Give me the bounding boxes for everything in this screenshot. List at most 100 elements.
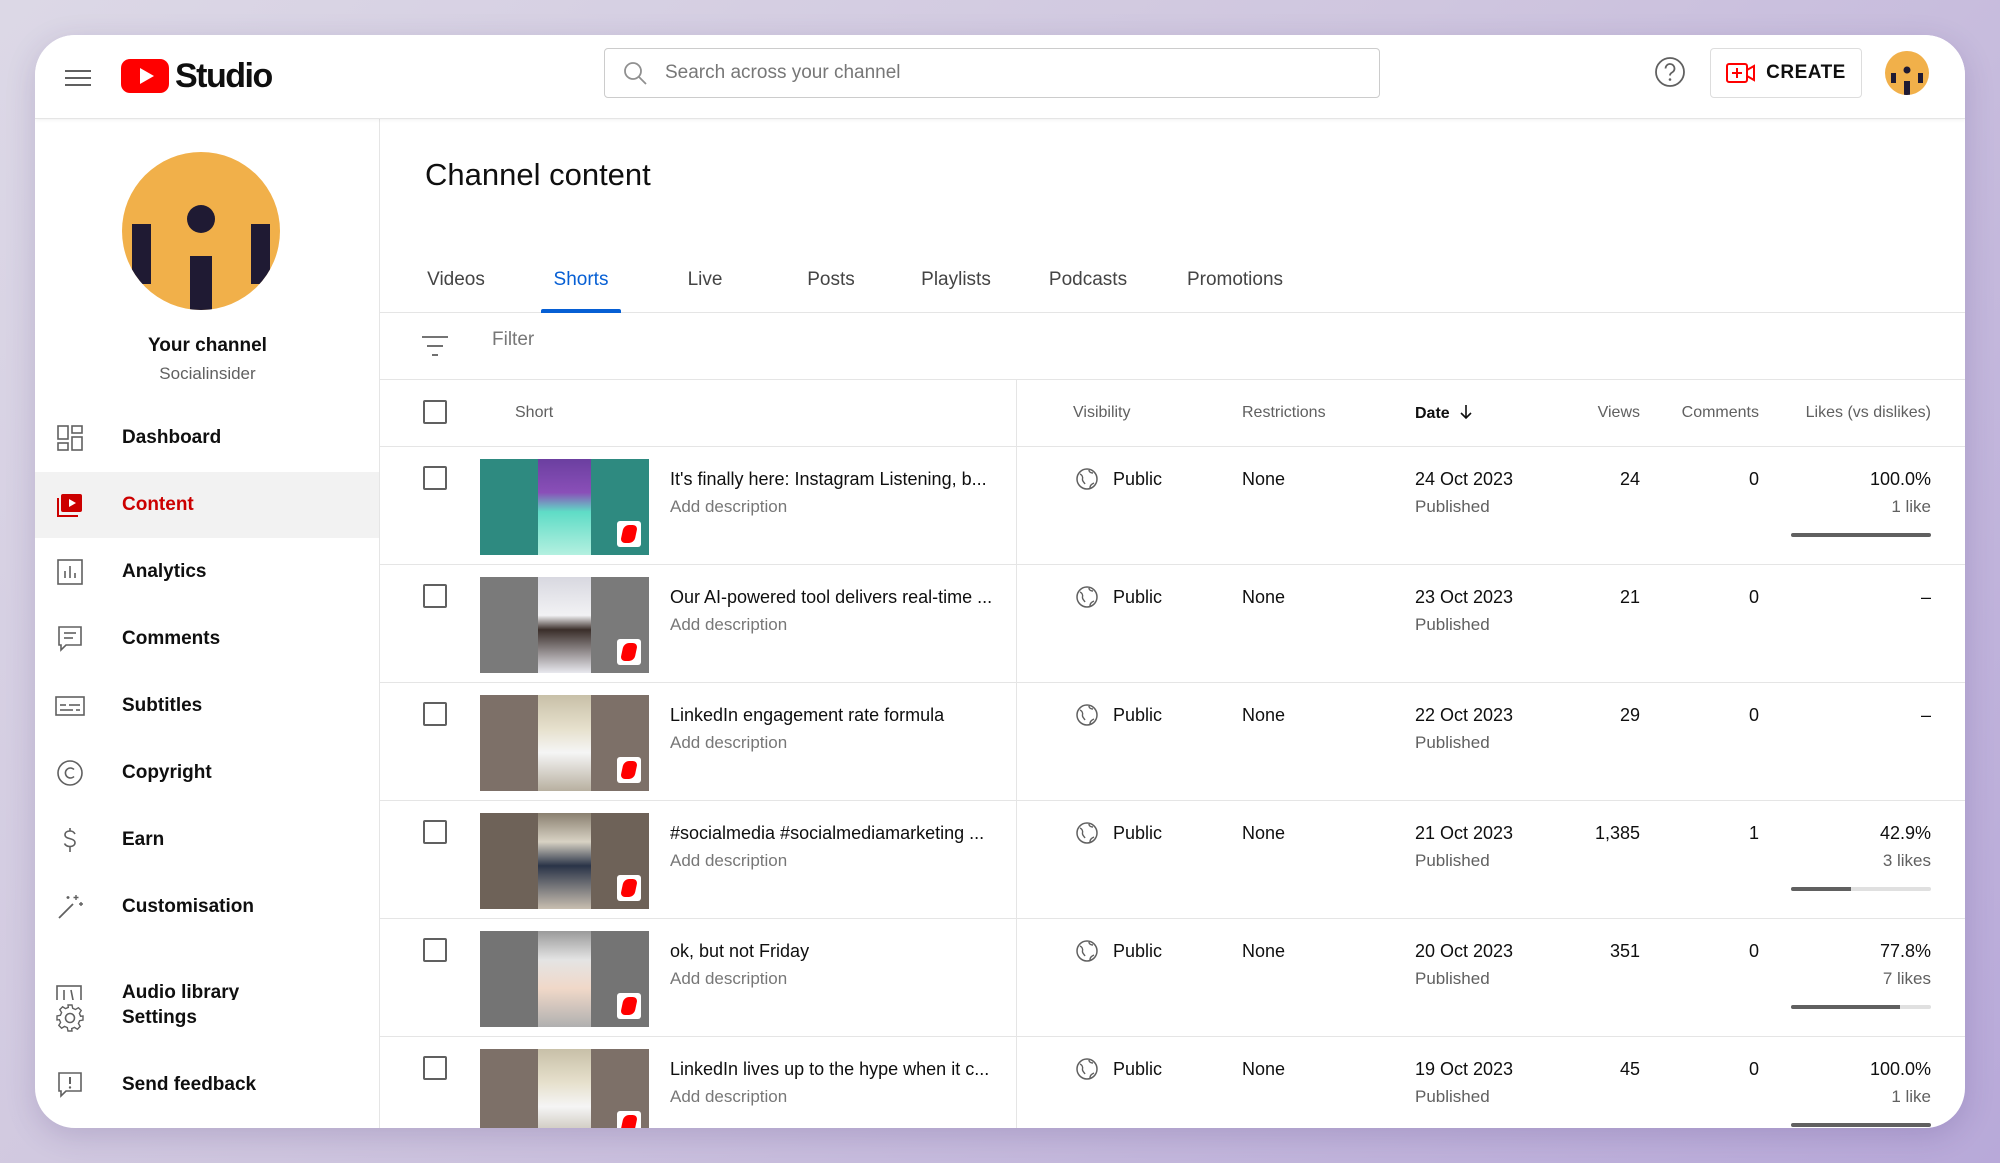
column-visibility[interactable]: Visibility	[1073, 404, 1131, 422]
short-title[interactable]: LinkedIn engagement rate formula	[670, 705, 1000, 726]
likes-bar-fill	[1791, 887, 1852, 891]
short-thumbnail[interactable]	[480, 813, 649, 909]
table-row[interactable]: ok, but not Friday Add description Publi…	[380, 919, 1965, 1037]
visibility-value[interactable]: Public	[1113, 823, 1162, 844]
table-row[interactable]: It's finally here: Instagram Listening, …	[380, 447, 1965, 565]
short-title[interactable]: Our AI-powered tool delivers real-time .…	[670, 587, 1000, 608]
row-checkbox[interactable]	[423, 938, 447, 962]
tab-videos[interactable]: Videos	[418, 253, 494, 313]
short-thumbnail[interactable]	[480, 1049, 649, 1128]
row-checkbox[interactable]	[423, 1056, 447, 1080]
short-description[interactable]: Add description	[670, 497, 787, 517]
views-value: 29	[1619, 705, 1640, 725]
row-checkbox[interactable]	[423, 702, 447, 726]
sidebar-item-analytics[interactable]: Analytics	[35, 539, 379, 605]
likes-count: 7 likes	[1882, 969, 1931, 988]
tab-podcasts[interactable]: Podcasts	[1040, 253, 1136, 313]
visibility-value[interactable]: Public	[1113, 705, 1162, 726]
main-content: Channel content Videos Shorts Live Posts…	[380, 119, 1965, 1128]
visibility-value[interactable]: Public	[1113, 941, 1162, 962]
comments-value: 0	[1748, 469, 1759, 489]
short-description[interactable]: Add description	[670, 969, 787, 989]
tab-promotions[interactable]: Promotions	[1175, 253, 1295, 313]
table-row[interactable]: LinkedIn lives up to the hype when it c.…	[380, 1037, 1965, 1128]
short-description[interactable]: Add description	[670, 1087, 787, 1107]
row-checkbox[interactable]	[423, 584, 447, 608]
comments-value: 0	[1748, 1059, 1759, 1079]
filter-bar	[380, 313, 1965, 380]
date-value: 19 Oct 2023	[1415, 1059, 1514, 1079]
tab-shorts[interactable]: Shorts	[541, 253, 621, 313]
sidebar-item-subtitles[interactable]: Subtitles	[35, 673, 379, 739]
short-thumbnail[interactable]	[480, 577, 649, 673]
analytics-icon	[55, 557, 85, 587]
sidebar-item-earn[interactable]: Earn	[35, 807, 379, 873]
visibility-value[interactable]: Public	[1113, 587, 1162, 608]
short-description[interactable]: Add description	[670, 733, 787, 753]
filter-icon[interactable]	[422, 335, 448, 357]
sidebar-item-copyright[interactable]: Copyright	[35, 740, 379, 806]
visibility-value[interactable]: Public	[1113, 469, 1162, 490]
create-button[interactable]: CREATE	[1710, 48, 1862, 98]
sidebar-item-dashboard[interactable]: Dashboard	[35, 405, 379, 471]
search-icon	[605, 60, 665, 86]
column-views[interactable]: Views	[1598, 404, 1640, 422]
status-value: Published	[1415, 969, 1490, 988]
channel-avatar[interactable]	[122, 152, 280, 310]
settings-icon	[55, 1003, 85, 1033]
views-value: 24	[1619, 469, 1640, 489]
menu-icon[interactable]	[57, 57, 97, 97]
search-box[interactable]	[604, 48, 1380, 98]
column-comments[interactable]: Comments	[1682, 404, 1759, 422]
create-video-icon	[1726, 63, 1756, 83]
short-description[interactable]: Add description	[670, 615, 787, 635]
visibility-value[interactable]: Public	[1113, 1059, 1162, 1080]
views-value: 351	[1609, 941, 1640, 961]
likes-count: 3 likes	[1882, 851, 1931, 870]
short-thumbnail[interactable]	[480, 459, 649, 555]
short-title[interactable]: #socialmedia #socialmediamarketing ...	[670, 823, 1000, 844]
column-date[interactable]: Date	[1415, 404, 1474, 423]
account-avatar[interactable]	[1885, 51, 1929, 95]
content-tabs: Videos Shorts Live Posts Playlists Podca…	[380, 253, 1965, 313]
page-title: Channel content	[425, 157, 651, 192]
table-row[interactable]: #socialmedia #socialmediamarketing ... A…	[380, 801, 1965, 919]
row-checkbox[interactable]	[423, 820, 447, 844]
sidebar-item-send-feedback[interactable]: Send feedback	[35, 1052, 379, 1118]
tab-posts[interactable]: Posts	[796, 253, 866, 313]
short-description[interactable]: Add description	[670, 851, 787, 871]
views-value: 21	[1619, 587, 1640, 607]
short-thumbnail[interactable]	[480, 695, 649, 791]
sidebar-item-content[interactable]: Content	[35, 472, 379, 538]
table-row[interactable]: Our AI-powered tool delivers real-time .…	[380, 565, 1965, 683]
sidebar-item-settings[interactable]: Settings	[35, 985, 379, 1051]
select-all-checkbox[interactable]	[423, 400, 447, 424]
likes-bar-fill	[1791, 1005, 1900, 1009]
sidebar-item-comments[interactable]: Comments	[35, 606, 379, 672]
tab-live[interactable]: Live	[675, 253, 735, 313]
likes-bar	[1791, 1123, 1931, 1127]
views-value: 1,385	[1594, 823, 1640, 843]
shorts-icon	[617, 1111, 641, 1128]
short-title[interactable]: ok, but not Friday	[670, 941, 1000, 962]
column-likes[interactable]: Likes (vs dislikes)	[1806, 404, 1931, 422]
tab-playlists[interactable]: Playlists	[910, 253, 1002, 313]
copyright-icon	[55, 758, 85, 788]
column-restrictions[interactable]: Restrictions	[1242, 404, 1326, 422]
likes-percent: 100.0%	[1869, 1059, 1931, 1079]
table-row[interactable]: LinkedIn engagement rate formula Add des…	[380, 683, 1965, 801]
help-icon[interactable]	[1653, 55, 1687, 89]
sidebar-item-label: Send feedback	[122, 1074, 257, 1095]
short-title[interactable]: It's finally here: Instagram Listening, …	[670, 469, 1000, 490]
shorts-icon	[617, 875, 641, 901]
search-input[interactable]	[665, 62, 1345, 84]
row-checkbox[interactable]	[423, 466, 447, 490]
filter-input[interactable]	[492, 329, 1092, 351]
channel-name[interactable]: Your channel	[35, 335, 380, 357]
channel-handle: Socialinsider	[159, 364, 256, 383]
short-thumbnail[interactable]	[480, 931, 649, 1027]
sidebar-item-customisation[interactable]: Customisation	[35, 874, 379, 940]
shorts-icon	[617, 521, 641, 547]
studio-logo[interactable]: Studio	[121, 53, 273, 99]
short-title[interactable]: LinkedIn lives up to the hype when it c.…	[670, 1059, 1000, 1080]
